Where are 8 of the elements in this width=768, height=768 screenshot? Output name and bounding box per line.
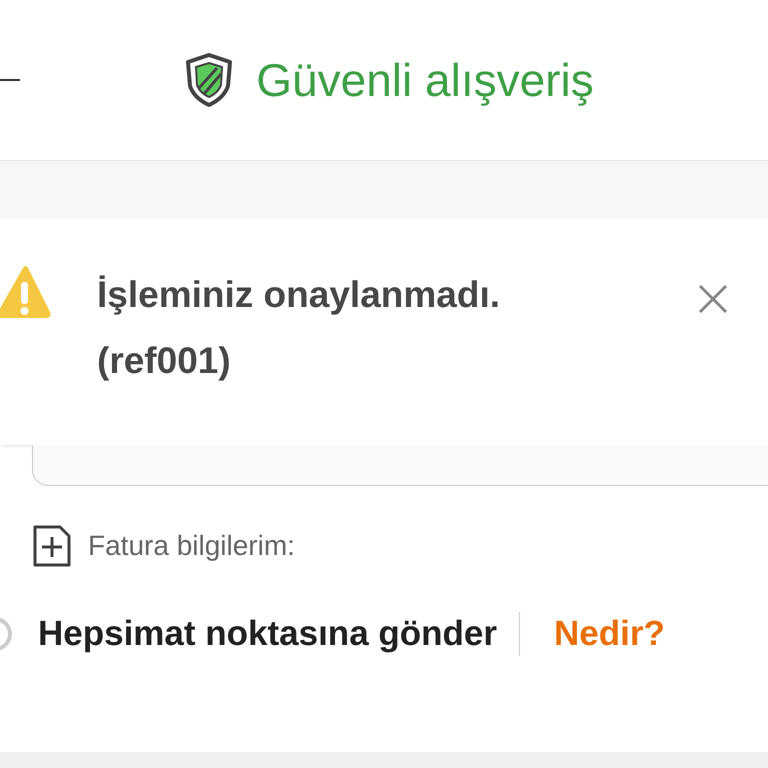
shield-icon [184,52,234,108]
reference-code: (ref001) [97,339,232,383]
close-icon[interactable] [698,284,728,314]
alert-message: İşleminiz onaylanmadı. [97,273,502,317]
add-document-icon[interactable] [32,524,72,568]
option-label[interactable]: Hepsimat noktasına gönder [38,614,497,654]
invoice-label: Fatura bilgilerim: [88,530,295,562]
header-title: Güvenli alışveriş [256,53,594,107]
